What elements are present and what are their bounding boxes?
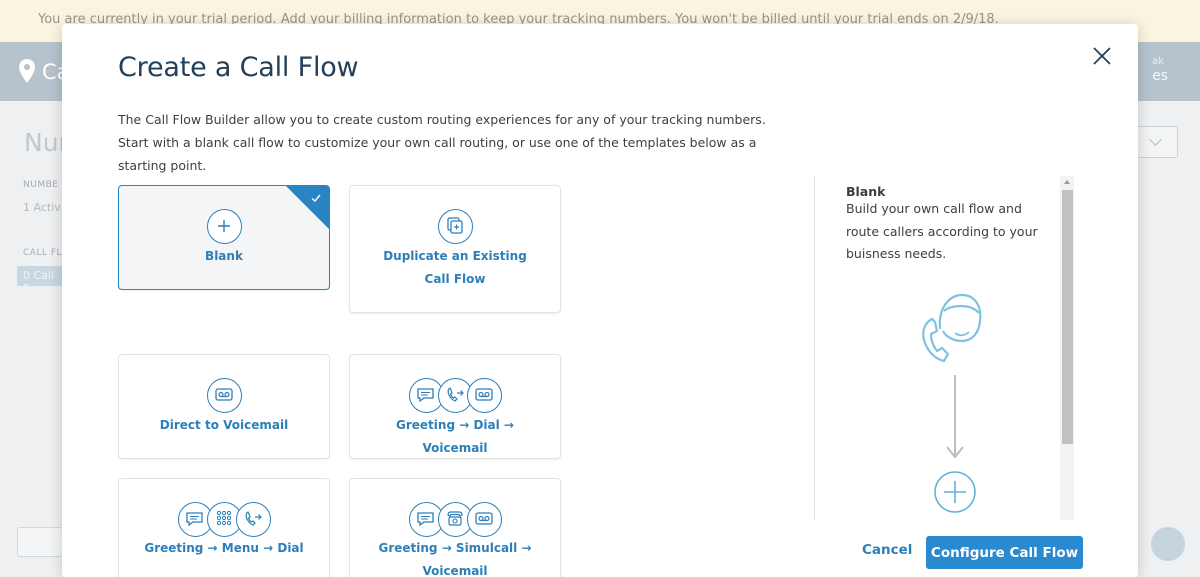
selected-indicator (286, 186, 329, 229)
modal-title: Create a Call Flow (118, 52, 359, 83)
location-pin-icon (19, 59, 35, 83)
check-icon (311, 194, 321, 202)
caller-flow-illustration (922, 293, 982, 513)
template-label: Greeting → Simulcall → Voicemail (378, 541, 532, 577)
template-card-direct-to-voicemail[interactable]: Direct to Voicemail (118, 354, 330, 459)
background-button[interactable] (17, 527, 63, 557)
card-icons (350, 378, 560, 413)
preview-description: Build your own call flow and route calle… (846, 201, 1038, 261)
call-flows-count[interactable]: 0 Call F (17, 266, 63, 286)
chevron-down-icon (1149, 133, 1162, 146)
create-call-flow-modal: Create a Call Flow The Call Flow Builder… (62, 24, 1138, 577)
preview-title: Blank (846, 184, 886, 199)
template-label: Blank (205, 249, 243, 263)
template-card-greeting-simulcall-voicemail[interactable]: Greeting → Simulcall → Voicemail (349, 478, 561, 577)
template-card-blank[interactable]: Blank (118, 185, 330, 290)
voicemail-icon (206, 378, 242, 413)
account-menu-name[interactable]: es (1152, 68, 1168, 84)
close-icon[interactable] (1091, 45, 1113, 67)
numbers-label: NUMBE (23, 180, 59, 190)
card-icons (350, 502, 560, 537)
template-card-greeting-dial-voicemail[interactable]: Greeting → Dial → Voicemail (349, 354, 561, 459)
template-label: Duplicate an Existing Call Flow (383, 249, 527, 286)
add-step-icon (934, 471, 976, 513)
duplicate-icon (437, 209, 473, 244)
cancel-button[interactable]: Cancel (862, 542, 912, 558)
account-menu-label[interactable]: ak (1152, 56, 1164, 67)
card-icons (119, 502, 329, 537)
template-label: Direct to Voicemail (159, 418, 289, 432)
plus-icon (206, 209, 242, 244)
template-preview-panel: Blank Build your own call flow and route… (814, 176, 1074, 520)
numbers-value: 1 Activ (23, 201, 61, 214)
modal-description: The Call Flow Builder allow you to creat… (118, 112, 766, 173)
configure-call-flow-button[interactable]: Configure Call Flow (926, 536, 1083, 569)
template-card-greeting-menu-dial[interactable]: Greeting → Menu → Dial (118, 478, 330, 577)
call-flows-label: CALL FL (23, 248, 63, 258)
template-label: Greeting → Menu → Dial (144, 541, 304, 555)
scrollbar-thumb[interactable] (1062, 190, 1073, 444)
dial-icon (235, 502, 271, 537)
template-label: Greeting → Dial → Voicemail (396, 418, 514, 455)
help-rocket-icon[interactable] (1151, 527, 1185, 561)
card-icons (350, 209, 560, 244)
card-icons (119, 378, 329, 413)
voicemail-icon (466, 378, 502, 413)
scroll-up-arrow-icon[interactable] (1064, 180, 1070, 184)
voicemail-icon (466, 502, 502, 537)
template-card-duplicate[interactable]: Duplicate an Existing Call Flow (349, 185, 561, 313)
caller-headset-icon (922, 293, 982, 363)
preview-scrollbar[interactable] (1060, 176, 1074, 520)
